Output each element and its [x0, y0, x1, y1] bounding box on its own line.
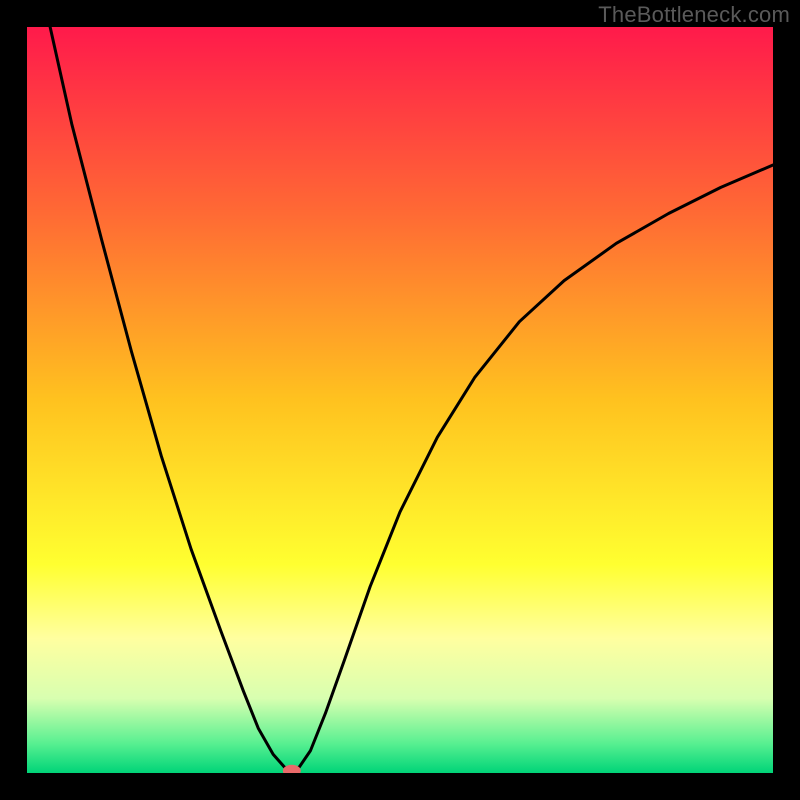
chart-container: TheBottleneck.com: [0, 0, 800, 800]
watermark-text: TheBottleneck.com: [598, 2, 790, 28]
plot-area: [27, 27, 773, 773]
plot-svg: [27, 27, 773, 773]
gradient-background: [27, 27, 773, 773]
